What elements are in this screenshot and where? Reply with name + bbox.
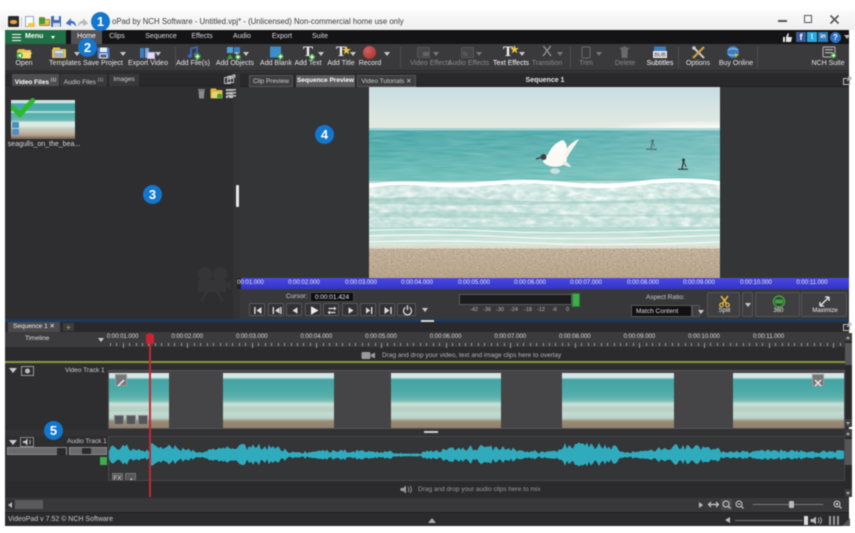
svg-text:fx: fx	[463, 52, 468, 58]
svg-text:BUB: BUB	[655, 53, 667, 59]
